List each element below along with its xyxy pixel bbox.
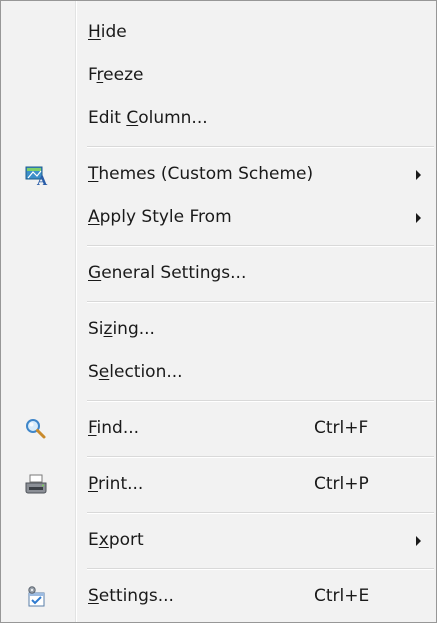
menu-item-apply-style-from[interactable]: Apply Style From [2,198,435,237]
access-key: H [88,22,101,42]
menu-item-find[interactable]: Find... Ctrl+F [2,409,435,448]
settings-icon [24,585,48,609]
label-text: S [88,362,99,382]
access-key: T [88,164,99,184]
submenu-arrow-icon [416,170,421,180]
menu-item-label: Hide [88,13,127,52]
menu-item-sizing[interactable]: Sizing... [2,310,435,349]
menu-item-edit-column[interactable]: Edit Column... [2,99,435,138]
access-key: e [98,362,110,382]
label-text: Edit [88,108,127,128]
label-text: ide [100,22,127,42]
magnifier-icon [24,417,48,441]
shortcut-text: Ctrl+F [314,418,369,438]
menu-separator [87,512,434,514]
shortcut-text: Ctrl+E [314,586,370,606]
menu-item-label: Themes (Custom Scheme) [88,155,313,194]
label-text: pply Style From [99,207,232,227]
menu-item-label: Print... [88,465,143,504]
label-text: F [88,65,97,85]
printer-icon [24,473,48,497]
menu-separator [87,400,434,402]
menu-item-label: Export [88,521,144,560]
label-text: hemes (Custom Scheme) [98,164,314,184]
label-text: ind... [96,418,140,438]
menu-item-label: Edit Column... [88,99,208,138]
access-key: x [98,530,109,550]
access-key: C [126,108,139,128]
menu-item-label: Find... [88,409,139,448]
menu-item-label: Settings... [88,577,174,616]
svg-text:A: A [36,174,48,187]
menu-item-print[interactable]: Print... Ctrl+P [2,465,435,504]
shortcut-text: Ctrl+P [314,474,369,494]
menu-item-label: Apply Style From [88,198,232,237]
access-key: G [88,263,102,283]
menu-item-label: Selection... [88,353,183,392]
submenu-arrow-icon [416,213,421,223]
access-key: P [88,474,98,494]
menu-item-label: General Settings... [88,254,246,293]
access-key: F [88,418,97,438]
menu-item-label: Freeze [88,56,143,95]
label-text: olumn... [138,108,208,128]
menu-item-freeze[interactable]: Freeze [2,56,435,95]
label-text: Si [88,319,104,339]
access-key: A [88,207,100,227]
submenu-arrow-icon [416,536,421,546]
menu-item-hide[interactable]: Hide [2,13,435,52]
label-text: eeze [103,65,144,85]
label-text: rint... [97,474,144,494]
menu-item-settings[interactable]: Settings... Ctrl+E [2,577,435,616]
menu-separator [87,245,434,247]
themes-icon: A [24,163,48,189]
access-key: S [88,586,99,606]
menu-separator [87,146,434,148]
menu-item-export[interactable]: Export [2,521,435,560]
menu-item-selection[interactable]: Selection... [2,353,435,392]
label-text: ing... [112,319,155,339]
label-text: lection... [109,362,183,382]
menu-item-themes[interactable]: A Themes (Custom Scheme) [2,155,435,194]
label-text: port [108,530,144,550]
menu-item-label: Sizing... [88,310,155,349]
menu-item-general-settings[interactable]: General Settings... [2,254,435,293]
label-text: eneral Settings... [101,263,247,283]
menu-separator [87,301,434,303]
label-text: ettings... [98,586,174,606]
menu-separator [87,568,434,570]
context-menu: Hide Freeze Edit Column... A Themes (Cus… [0,0,437,623]
menu-separator [87,456,434,458]
label-text: E [88,530,99,550]
